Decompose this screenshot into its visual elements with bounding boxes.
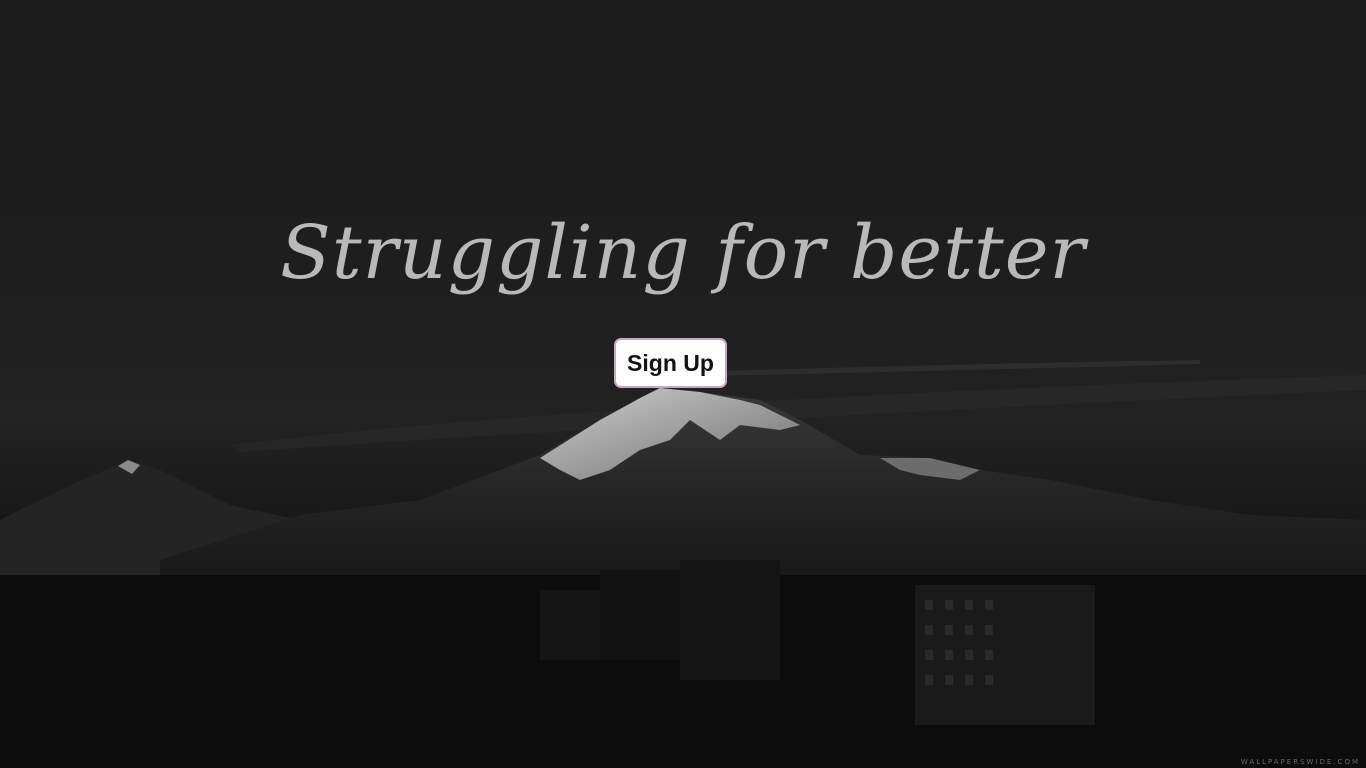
hero-section: Struggling for better Sign Up WALLPAPERS… xyxy=(0,0,1366,768)
sign-up-button[interactable]: Sign Up xyxy=(614,338,727,388)
hero-tagline: Struggling for better xyxy=(280,210,1086,296)
wallpaper-watermark: WALLPAPERSWIDE.COM xyxy=(1240,758,1360,766)
